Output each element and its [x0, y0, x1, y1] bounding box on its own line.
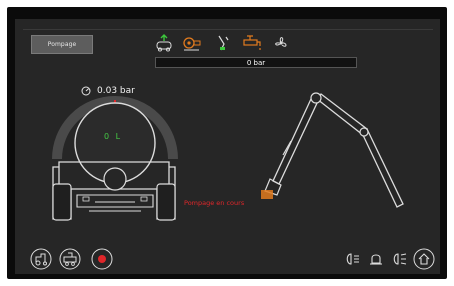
- home-icon[interactable]: [413, 248, 435, 270]
- status-message: Pompage en cours: [184, 199, 245, 207]
- record-icon[interactable]: [91, 248, 113, 270]
- tractor-icon[interactable]: [30, 248, 52, 270]
- settings-machine-icon[interactable]: [59, 248, 81, 270]
- worklight-icon[interactable]: [388, 248, 410, 270]
- pump-arm-diagram: [261, 92, 404, 208]
- beacon-icon[interactable]: [365, 248, 387, 270]
- headlight-icon[interactable]: [342, 248, 364, 270]
- main-screen: Pompage 0 bar 0.03 bar 0 L Pompage en co…: [15, 19, 440, 274]
